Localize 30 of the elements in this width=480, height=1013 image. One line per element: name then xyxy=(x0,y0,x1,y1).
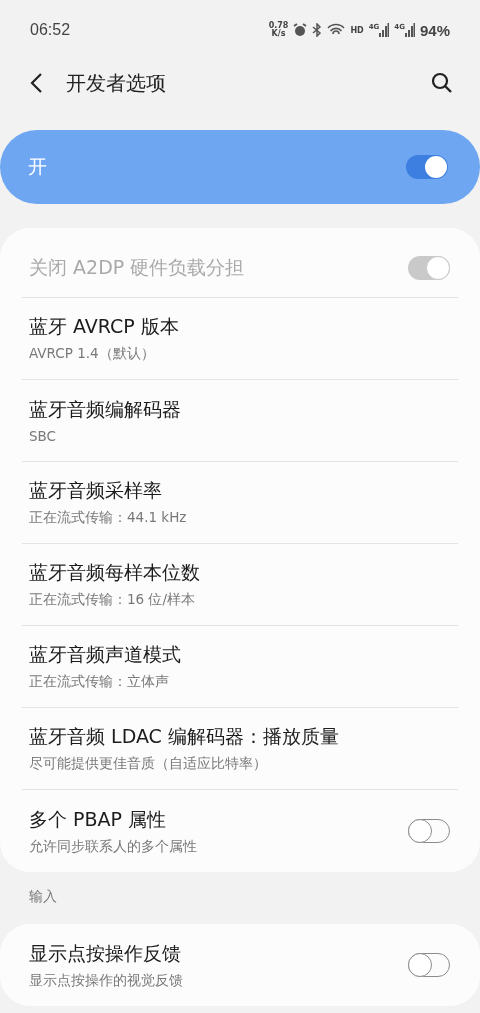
alarm-icon xyxy=(293,23,308,37)
setting-summary: 正在流式传输：16 位/样本 xyxy=(29,591,197,609)
section-header: 输入 xyxy=(28,887,58,906)
setting-summary: 正在流式传输：立体声 xyxy=(29,673,170,691)
toggle-switch[interactable] xyxy=(406,155,448,179)
setting-title[interactable]: 蓝牙音频每样本位数 xyxy=(29,560,200,586)
setting-title[interactable]: 蓝牙音频 LDAC 编解码器：播放质量 xyxy=(29,724,339,750)
search-icon[interactable] xyxy=(430,71,454,95)
hd-label: HD xyxy=(350,25,364,35)
setting-summary: 显示点按操作的视觉反馈 xyxy=(29,971,183,990)
page-title: 开发者选项 xyxy=(66,69,166,97)
wifi-icon xyxy=(327,23,346,37)
clock-time: 06:52 xyxy=(30,21,71,39)
setting-summary: 允许同步联系人的多个属性 xyxy=(29,837,197,856)
setting-title[interactable]: 蓝牙 AVRCP 版本 xyxy=(29,314,179,340)
setting-title[interactable]: 蓝牙音频采样率 xyxy=(29,478,187,504)
battery-percent: 94% xyxy=(419,21,450,39)
signal-icon xyxy=(404,23,415,37)
setting-title[interactable]: 蓝牙音频编解码器 xyxy=(29,397,181,423)
setting-title[interactable]: 显示点按操作反馈 xyxy=(29,940,183,967)
master-switch-label: 开 xyxy=(28,154,47,179)
setting-summary: SBC xyxy=(29,428,58,444)
setting-title[interactable]: 蓝牙音频声道模式 xyxy=(29,642,181,668)
setting-summary: 正在流式传输：44.1 kHz xyxy=(29,509,187,527)
setting-summary: 尽可能提供更佳音质（自适应比特率） xyxy=(29,755,268,773)
network-speed: 0.78 K/s xyxy=(268,22,289,38)
setting-title[interactable]: 多个 PBAP 属性 xyxy=(29,806,197,833)
signal-icon xyxy=(379,23,390,37)
bluetooth-icon xyxy=(312,23,323,37)
setting-summary: AVRCP 1.4（默认） xyxy=(29,345,156,363)
